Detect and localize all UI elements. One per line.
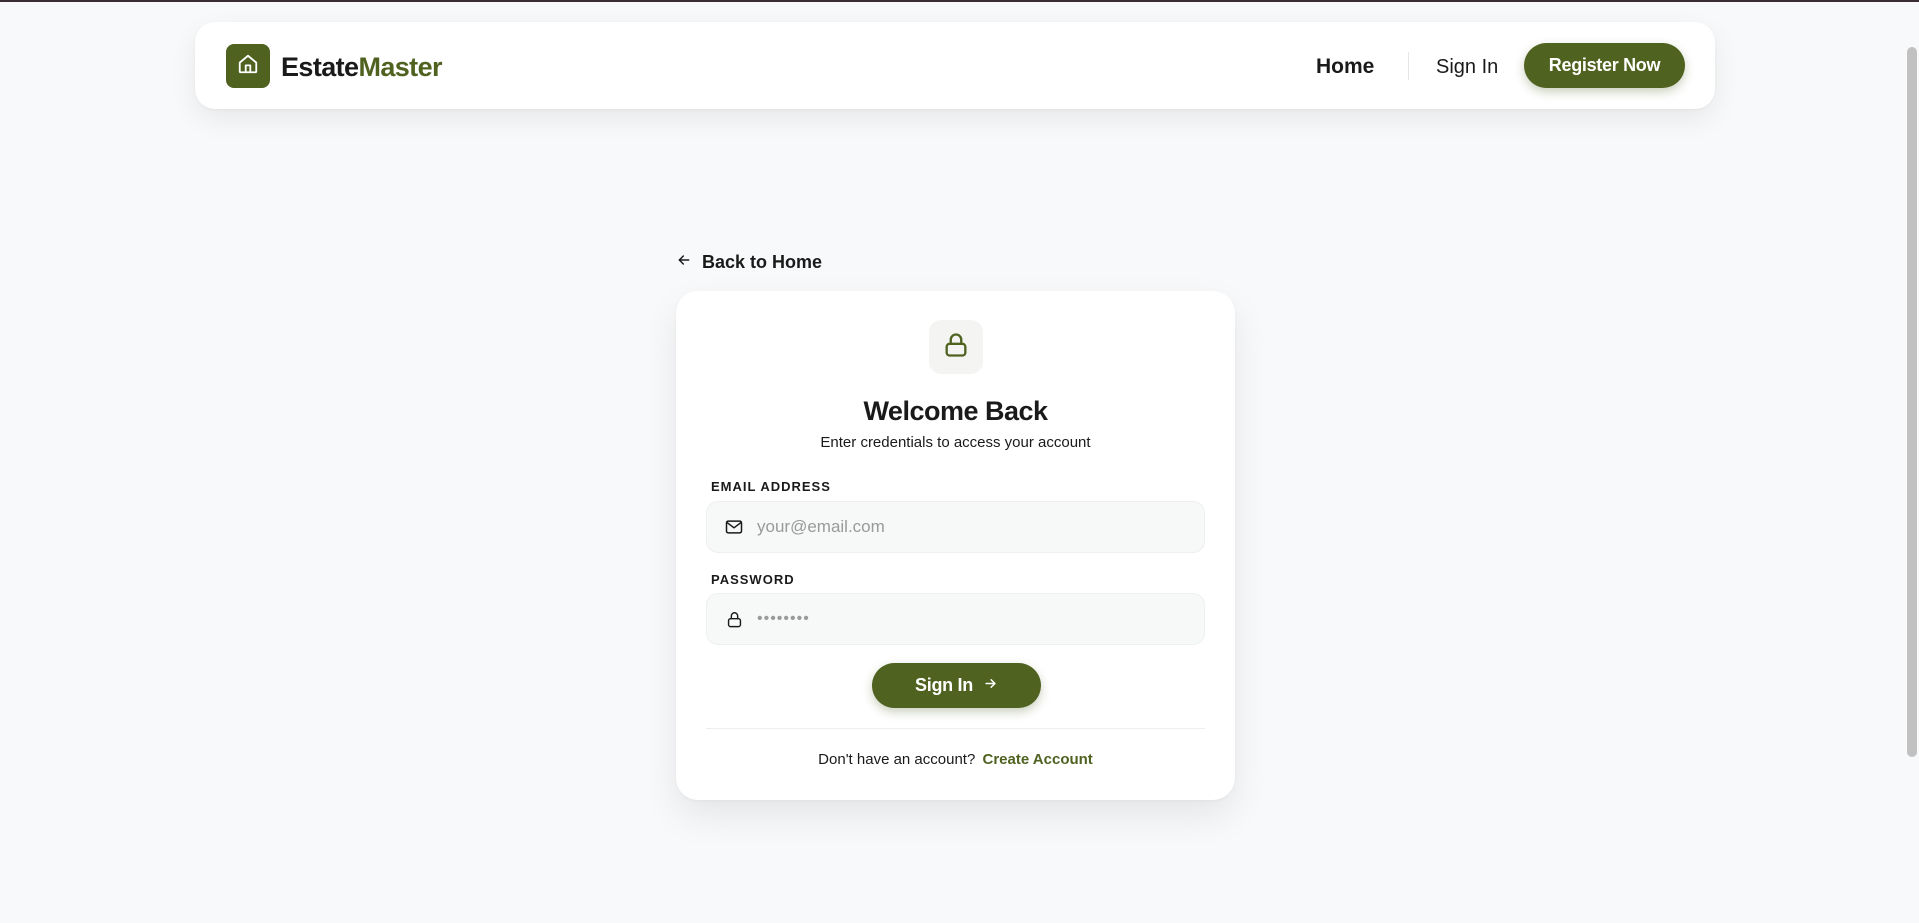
card-icon-badge <box>929 320 983 374</box>
brand-name-part1: Estate <box>281 52 359 82</box>
card-title: Welcome Back <box>863 396 1048 426</box>
email-field[interactable]: your@email.com <box>706 501 1205 553</box>
arrow-right-icon <box>983 675 998 696</box>
sign-in-button[interactable]: Sign In <box>872 663 1041 708</box>
arrow-left-icon <box>676 251 692 273</box>
nav-link-sign-in[interactable]: Sign In <box>1436 55 1498 79</box>
lock-icon <box>942 331 970 364</box>
back-to-home-label: Back to Home <box>702 252 823 272</box>
email-input[interactable]: your@email.com <box>757 517 885 537</box>
password-field[interactable]: •••••••• <box>706 593 1205 645</box>
brand-name[interactable]: EstateMaster <box>281 52 443 82</box>
lock-icon <box>724 609 744 629</box>
nav-link-home[interactable]: Home <box>1316 55 1374 79</box>
nav-divider <box>1408 52 1409 80</box>
password-input[interactable]: •••••••• <box>757 610 810 628</box>
login-card: Welcome Back Enter credentials to access… <box>676 291 1235 800</box>
password-label: PASSWORD <box>711 572 795 587</box>
logo-badge[interactable] <box>226 44 270 88</box>
window-top-border <box>0 0 1919 2</box>
register-now-button[interactable]: Register Now <box>1524 43 1685 88</box>
email-label: EMAIL ADDRESS <box>711 479 831 494</box>
card-subtitle: Enter credentials to access your account <box>820 434 1091 451</box>
no-account-text: Don't have an account? <box>818 751 976 768</box>
site-header: EstateMaster Home Sign In Register Now <box>195 22 1715 109</box>
back-to-home-link[interactable]: Back to Home <box>676 251 822 273</box>
page-scrollbar[interactable] <box>1907 47 1917 757</box>
home-icon <box>237 53 259 80</box>
create-account-link[interactable]: Create Account <box>983 751 1093 768</box>
create-account-prompt: Don't have an account? Create Account <box>676 750 1235 770</box>
sign-in-button-label: Sign In <box>915 675 973 695</box>
card-divider <box>706 728 1205 729</box>
mail-icon <box>724 517 744 537</box>
brand-name-part2: Master <box>358 52 442 82</box>
